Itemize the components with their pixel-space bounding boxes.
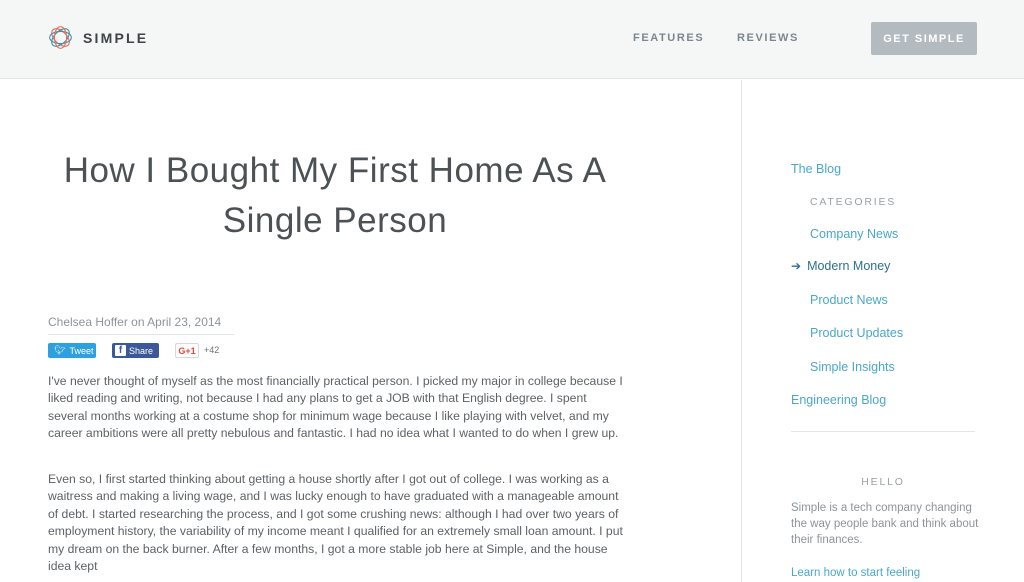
google-plus-count: +42 <box>204 345 220 355</box>
arrow-right-icon: ➔ <box>791 259 802 273</box>
nav-reviews[interactable]: REVIEWS <box>737 32 799 44</box>
twitter-bird-icon: 🐦︎ <box>54 345 66 355</box>
article-byline: Chelsea Hoffer on April 23, 2014 <box>48 315 222 329</box>
sidebar-link-engineering-blog[interactable]: Engineering Blog <box>791 393 886 407</box>
sidebar-item-modern-money[interactable]: ➔ Modern Money <box>791 259 890 273</box>
facebook-icon: f <box>115 345 126 356</box>
sidebar-divider <box>741 80 742 582</box>
sidebar-item-product-news[interactable]: Product News <box>810 293 888 307</box>
article-paragraph: Even so, I first started thinking about … <box>48 472 623 574</box>
facebook-share-label: Share <box>129 345 154 356</box>
nav-features[interactable]: FEATURES <box>633 32 704 44</box>
sidebar-item-company-news[interactable]: Company News <box>810 227 898 241</box>
simple-logo-icon <box>49 26 72 49</box>
hello-description: Simple is a tech company changing the wa… <box>791 502 979 546</box>
tweet-label: Tweet <box>69 345 94 356</box>
tweet-button[interactable]: 🐦︎ Tweet <box>48 343 96 358</box>
sidebar-item-simple-insights[interactable]: Simple Insights <box>810 360 895 374</box>
byline-divider <box>48 334 234 335</box>
learn-more-link[interactable]: Learn how to start feeling <box>791 567 920 579</box>
sidebar-divider-line <box>791 431 975 432</box>
sidebar-link-the-blog[interactable]: The Blog <box>791 162 841 176</box>
article-title: How I Bought My First Home As A Single P… <box>63 151 607 240</box>
sidebar-item-label: Modern Money <box>807 259 891 273</box>
google-plus-label: G+1 <box>178 345 196 356</box>
logo-text: SIMPLE <box>83 29 149 46</box>
facebook-share-button[interactable]: f Share <box>112 343 159 358</box>
hello-heading: HELLO <box>861 476 905 488</box>
site-header: SIMPLE FEATURES REVIEWS GET SIMPLE <box>0 0 1024 79</box>
logo-link[interactable]: SIMPLE <box>47 24 148 51</box>
sidebar-item-product-updates[interactable]: Product Updates <box>810 326 903 340</box>
article-paragraph: I've never thought of myself as the most… <box>48 374 623 441</box>
get-simple-button[interactable]: GET SIMPLE <box>871 22 977 55</box>
categories-heading: CATEGORIES <box>810 196 897 208</box>
google-plus-button[interactable]: G+1 <box>175 343 199 358</box>
